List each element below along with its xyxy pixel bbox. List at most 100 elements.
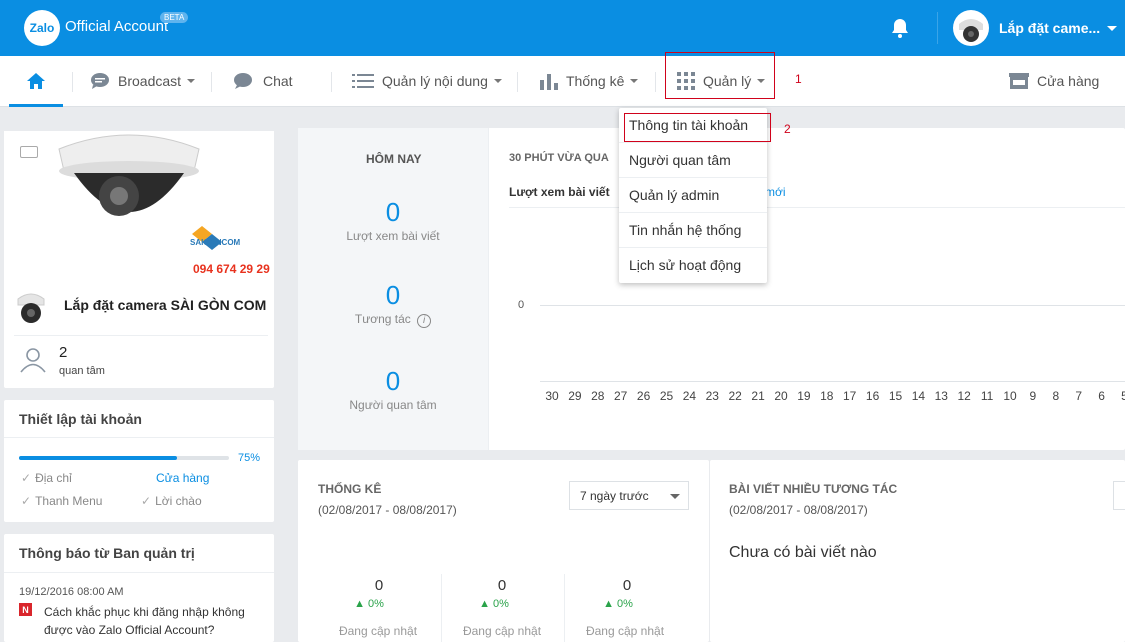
brand-logo-text: SAIGONCOM — [190, 238, 241, 247]
account-caret-icon[interactable] — [1107, 26, 1117, 31]
list-icon — [352, 74, 374, 88]
phone-number: 094 674 29 29 — [193, 262, 270, 276]
x-tick-label: 15 — [888, 389, 903, 403]
setup-item-greeting[interactable]: ✓ Lời chào — [141, 494, 202, 508]
x-tick-label: 11 — [980, 389, 994, 403]
highlight-box-manage — [665, 52, 775, 99]
notice-link[interactable]: Cách khắc phục khi đăng nhập không được … — [44, 603, 264, 639]
bar-chart-icon — [540, 74, 558, 90]
setup-progress-fill — [19, 456, 177, 460]
tab-new[interactable]: mới — [765, 185, 786, 199]
menu-item-followers[interactable]: Người quan tâm — [619, 143, 767, 178]
stats-date-range: (02/08/2017 - 08/08/2017) — [318, 503, 457, 517]
stat-mini-pct: 0% — [368, 598, 384, 610]
nav-divider — [655, 72, 656, 92]
check-icon: ✓ — [141, 494, 152, 508]
chevron-down-icon — [187, 79, 196, 83]
home-icon — [27, 73, 45, 89]
nav-home[interactable] — [26, 56, 54, 106]
top-posts-date-range: (02/08/2017 - 08/08/2017) — [729, 503, 868, 517]
stat-mini-pct: 0% — [493, 598, 509, 610]
x-tick-label: 28 — [591, 389, 605, 403]
x-tick-label: 14 — [911, 389, 926, 403]
stat-mini-change: ▲ 0% — [309, 598, 429, 610]
up-arrow-icon: ▲ — [603, 598, 618, 610]
brand-title[interactable]: Official Account — [65, 18, 168, 35]
nav-stats[interactable]: Thống kê — [540, 56, 639, 106]
x-tick-label: 26 — [636, 389, 651, 403]
period-select[interactable]: 7 ngày trước — [569, 481, 689, 510]
divider — [488, 128, 489, 450]
tab-post-views[interactable]: Lượt xem bài viết — [509, 185, 610, 199]
x-tick-label: 16 — [865, 389, 880, 403]
zalo-logo[interactable]: Zalo — [24, 10, 60, 46]
profile-name[interactable]: Lắp đặt camera SÀI GÒN COM — [64, 297, 266, 313]
nav-content[interactable]: Quản lý nội dung — [352, 56, 502, 106]
account-avatar[interactable] — [953, 10, 989, 46]
stat-mini-value: 0 — [374, 577, 384, 594]
nav-divider — [211, 72, 212, 92]
stat-interactions-label: Tương tác i — [298, 312, 488, 328]
menu-item-activity-history[interactable]: Lịch sử hoạt động — [619, 248, 767, 283]
follower-label: quan tâm — [59, 365, 105, 377]
nav-broadcast-label: Broadcast — [118, 73, 182, 89]
x-tick-label: 7 — [1075, 389, 1083, 403]
profile-avatar[interactable] — [14, 287, 48, 327]
notice-date: 19/12/2016 08:00 AM — [19, 586, 124, 598]
new-badge: N — [19, 603, 32, 616]
divider — [509, 207, 1125, 208]
camera-icon[interactable] — [20, 146, 38, 158]
stats-title: THỐNG KÊ — [318, 482, 382, 496]
divider — [14, 335, 268, 336]
nav-content-label: Quản lý nội dung — [382, 73, 488, 89]
stat-mini-label: Đang cập nhật — [585, 624, 665, 638]
setup-item-label: Địa chỉ — [35, 471, 72, 485]
notice-title: Thông báo từ Ban quản trị — [19, 545, 195, 561]
nav-stats-label: Thống kê — [566, 73, 625, 89]
x-tick-label: 6 — [1098, 389, 1105, 403]
menu-item-system-messages[interactable]: Tin nhắn hệ thống — [619, 213, 767, 248]
nav-chat[interactable]: Chat — [233, 56, 293, 106]
nav-store[interactable]: Cửa hàng — [1009, 56, 1099, 106]
stat-followers-label: Người quan tâm — [349, 398, 437, 412]
menu-item-admin[interactable]: Quản lý admin — [619, 178, 767, 213]
stat-mini-label: Đang cập nhật — [462, 624, 542, 638]
x-tick-label: 21 — [751, 389, 765, 403]
nav-broadcast[interactable]: Broadcast — [90, 56, 196, 106]
x-tick-label: 23 — [705, 389, 719, 403]
cover-image[interactable] — [4, 131, 274, 281]
setup-item-menu[interactable]: ✓ Thanh Menu — [21, 494, 102, 508]
annotation-number-2: 2 — [784, 122, 791, 136]
divider — [4, 437, 274, 438]
setup-item-label: Lời chào — [155, 494, 202, 508]
highlight-box-account-info — [624, 113, 771, 142]
x-tick-label: 13 — [934, 389, 948, 403]
account-name[interactable]: Lắp đặt came... — [999, 20, 1100, 36]
chevron-down-icon — [670, 494, 680, 499]
stat-interactions-value: 0 — [385, 280, 401, 310]
stat-views-value: 0 — [385, 197, 401, 227]
nav-divider — [517, 72, 518, 92]
divider — [4, 572, 274, 573]
x-tick-label: 27 — [614, 389, 628, 403]
stat-mini-value: 0 — [497, 577, 507, 594]
stat-views-label: Lượt xem bài viết — [346, 229, 440, 243]
setup-item-store[interactable]: Cửa hàng — [156, 471, 209, 485]
store-icon — [1009, 73, 1029, 89]
follower-count[interactable]: 2 — [59, 344, 67, 361]
top-bar: Zalo Official Account BETA Lắp đặt came.… — [0, 0, 1125, 56]
info-icon[interactable]: i — [417, 314, 432, 328]
nav-store-label: Cửa hàng — [1037, 73, 1100, 89]
nav-divider — [72, 72, 73, 92]
chart-x-axis — [540, 381, 1125, 382]
setup-item-address[interactable]: ✓ Địa chỉ — [21, 471, 72, 485]
x-tick-label: 25 — [659, 389, 674, 403]
nav-divider — [331, 72, 332, 92]
stat-followers-value: 0 — [385, 366, 401, 396]
posts-select-partial[interactable] — [1113, 481, 1125, 510]
chart-series-line — [540, 305, 1125, 306]
x-tick-label: 24 — [682, 389, 697, 403]
annotation-number-1: 1 — [795, 72, 802, 86]
setup-item-label: Thanh Menu — [35, 494, 103, 508]
bell-icon[interactable] — [888, 16, 912, 40]
